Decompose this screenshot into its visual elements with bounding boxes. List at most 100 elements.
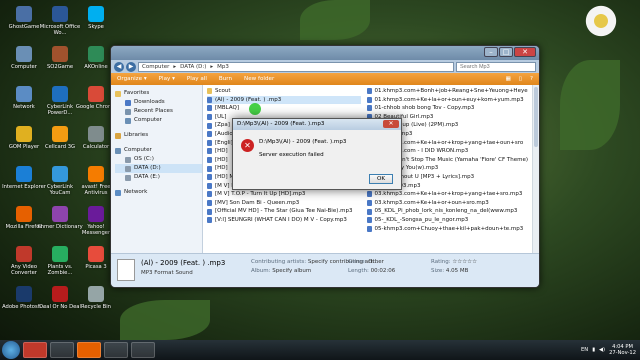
app-icon [52, 166, 68, 182]
nav-favorites[interactable]: Favorites [115, 89, 202, 98]
vertical-scrollbar[interactable] [532, 85, 539, 253]
play-button[interactable]: Play ▾ [159, 76, 175, 82]
nav-drive-c[interactable]: OS (C:) [115, 155, 202, 164]
maximize-button[interactable]: □ [499, 47, 513, 57]
app-icon [16, 166, 32, 182]
burn-button[interactable]: Burn [219, 76, 232, 82]
dialog-close-button[interactable]: ✕ [383, 120, 399, 128]
breadcrumb-computer[interactable]: Computer [142, 64, 169, 70]
app-icon [16, 46, 32, 62]
nav-libraries[interactable]: Libraries [115, 131, 202, 140]
minimize-button[interactable]: – [484, 47, 498, 57]
file-row[interactable]: [MV] Son Dam Bi - Queen.mp3 [207, 199, 361, 208]
app-icon [16, 126, 32, 142]
file-name: [UL] [215, 113, 227, 120]
file-row[interactable]: [MBLAQ] [207, 104, 361, 113]
start-button[interactable] [2, 341, 20, 359]
desktop-icon[interactable]: Skype [73, 6, 119, 30]
file-row[interactable]: [V:I] SEUNGRI (WHAT CAN I DO) M V - Copy… [207, 216, 361, 225]
mouse-cursor-highlight [249, 103, 261, 115]
mp3-file-icon [207, 114, 212, 121]
file-row[interactable]: 01.khmp3.com+Bonh+job+Reang+Sne+Yeuong+H… [366, 87, 528, 96]
taskbar: EN ▮ ◀) 4:04 PM 27-Nov-12 [0, 340, 640, 360]
play-all-button[interactable]: Play all [187, 76, 207, 82]
language-indicator[interactable]: EN [581, 347, 588, 353]
file-row[interactable]: 05-khmp3.com+Chuoy+thae+kil+pak+doun+te.… [366, 225, 528, 234]
view-options-icon[interactable]: ▦ [506, 76, 511, 82]
file-row[interactable]: 01.khmp3.com+Ke+la+or+oun+euy+kom+yum.mp… [366, 96, 528, 105]
nav-drive-e[interactable]: DATA (E:) [115, 173, 202, 182]
mp3-file-icon [366, 105, 372, 112]
window-close-button[interactable]: ✕ [514, 47, 536, 57]
new-folder-button[interactable]: New folder [244, 76, 274, 82]
window-titlebar[interactable]: – □ ✕ [111, 46, 539, 60]
album-field[interactable]: Specify album [272, 268, 311, 274]
mp3-file-icon [207, 182, 212, 189]
nav-network[interactable]: Network [115, 188, 202, 197]
file-name: [Engli] [215, 139, 233, 146]
taskbar-explorer-icon[interactable] [50, 342, 74, 358]
file-row[interactable]: 05-_KDL_-Songsa_pu_le_ngor.mp3 [366, 216, 528, 225]
search-input[interactable] [456, 61, 536, 72]
app-icon [88, 86, 104, 102]
nav-drive-d[interactable]: DATA (D:) [115, 164, 202, 173]
network-tray-icon[interactable]: ▮ [592, 347, 595, 353]
file-row[interactable]: [Official MV HD] - The Star (Giua Tee Na… [207, 207, 361, 216]
forward-arrow-icon[interactable]: ▶ [126, 61, 136, 72]
nav-computer-fav[interactable]: Computer [115, 116, 202, 125]
mp3-file-icon [366, 200, 372, 207]
file-name: [MBLAQ] [215, 105, 239, 112]
organize-button[interactable]: Organize ▾ [117, 76, 147, 82]
genre-field[interactable]: Other [368, 259, 384, 265]
nav-computer[interactable]: Computer [115, 146, 202, 155]
app-icon [52, 126, 68, 142]
drive-icon [125, 156, 131, 163]
mp3-file-icon [207, 208, 212, 215]
breadcrumb-data-d[interactable]: DATA (D:) [180, 64, 206, 70]
computer-icon [125, 117, 131, 124]
taskbar-app-icon[interactable] [104, 342, 128, 358]
breadcrumb-mp3[interactable]: Mp3 [217, 64, 229, 70]
taskbar-app-icon[interactable] [131, 342, 155, 358]
back-arrow-icon[interactable]: ◀ [114, 61, 124, 72]
error-icon: ✕ [241, 139, 254, 152]
preview-pane-icon[interactable]: ▯ [519, 76, 522, 82]
mp3-file-icon [207, 217, 212, 224]
scrollbar-thumb[interactable] [534, 87, 538, 147]
file-name: Scout [215, 88, 231, 94]
details-pane: (Al) - 2009 (Feat. ) .mp3 MP3 Format Sou… [111, 253, 539, 287]
file-row[interactable]: 03.khmp3.com+Ke+la+or+oun+sro.mp3 [366, 199, 528, 208]
mp3-file-icon [207, 157, 212, 164]
size-value: 4.05 MB [445, 268, 469, 274]
desktop-icon-label: Skype [88, 24, 104, 30]
nav-downloads[interactable]: Downloads [115, 98, 202, 107]
taskbar-firefox-icon[interactable] [77, 342, 101, 358]
app-icon [16, 86, 32, 102]
drive-icon [125, 165, 131, 172]
app-icon [88, 246, 104, 262]
command-bar: Organize ▾ Play ▾ Play all Burn New fold… [111, 73, 539, 85]
address-bar[interactable]: Computer ▸ DATA (D:) ▸ Mp3 [138, 61, 454, 72]
file-row[interactable]: (Al) - 2009 (Feat. ) .mp3 [207, 95, 361, 105]
file-row[interactable]: 03.khmp3.com+Ke+la+or+krop+yang+tae+sro.… [366, 190, 528, 199]
app-icon [52, 286, 68, 302]
rating-stars[interactable]: ☆☆☆☆☆ [452, 259, 477, 265]
error-dialog[interactable]: D:\Mp3\(Al) - 2009 (Feat. ).mp3 ✕ ✕ D:\M… [232, 118, 402, 190]
file-row[interactable]: [M V] T.O.P - Turn It Up [HD].mp3 [207, 190, 361, 199]
help-icon[interactable]: ? [530, 76, 533, 82]
app-icon [88, 126, 104, 142]
taskbar-media-player-icon[interactable] [23, 342, 47, 358]
clock[interactable]: 4:04 PM 27-Nov-12 [609, 344, 636, 356]
app-icon [16, 6, 32, 22]
nav-recent-places[interactable]: Recent Places [115, 107, 202, 116]
ok-button[interactable]: OK [369, 174, 393, 184]
mp3-file-icon [366, 225, 372, 232]
volume-icon[interactable]: ◀) [599, 347, 605, 353]
file-row[interactable]: 01-chhob shob bong Tov - Copy.mp3 [366, 104, 528, 113]
file-row[interactable]: Scout [207, 87, 361, 96]
desktop-icon[interactable]: Recycle Bin [73, 286, 119, 310]
mp3-file-icon [207, 96, 212, 103]
app-icon [88, 166, 104, 182]
file-name: [Official MV HD] - The Star (Giua Tee Na… [215, 208, 353, 215]
file-row[interactable]: 05_KDL_Pi_phob_lork_nis_konleng_na_del(w… [366, 207, 528, 216]
